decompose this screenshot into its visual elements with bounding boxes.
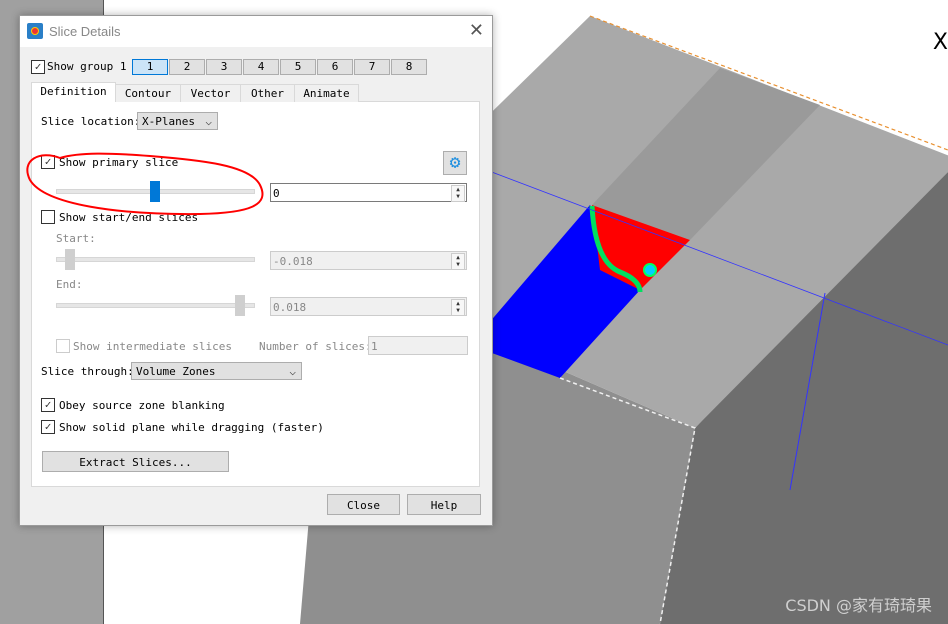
num-slices-value: 1 [371, 340, 378, 353]
slice-details-dialog: Slice Details ✕ ✓ Show group 1 1 2 3 4 5… [19, 15, 493, 526]
group-button-8[interactable]: 8 [391, 59, 427, 75]
group-button-6[interactable]: 6 [317, 59, 353, 75]
tab-definition[interactable]: Definition [31, 82, 116, 102]
slice-location-label: Slice location: [41, 115, 141, 128]
show-intermediate-label: Show intermediate slices [73, 340, 232, 353]
chevron-down-icon: ⌵ [289, 365, 296, 378]
end-value: 0.018 [273, 301, 307, 314]
axis-label: X [932, 30, 948, 55]
tab-animate[interactable]: Animate [294, 84, 359, 102]
show-start-end-label: Show start/end slices [59, 211, 199, 224]
solid-plane-checkbox[interactable]: ✓ [41, 420, 55, 434]
primary-value-input[interactable]: 0 ▲ ▼ [270, 183, 467, 202]
obey-blanking-label: Obey source zone blanking [59, 399, 225, 412]
num-slices-input[interactable]: 1 [368, 336, 468, 355]
watermark: CSDN @家有琦琦果 [785, 596, 932, 615]
spin-arrows-icon[interactable]: ▲ ▼ [451, 253, 465, 270]
end-slider-thumb[interactable] [235, 295, 245, 316]
group-button-3[interactable]: 3 [206, 59, 242, 75]
end-slider-track[interactable] [56, 303, 255, 308]
start-value-input[interactable]: -0.018 ▲ ▼ [270, 251, 467, 270]
start-value: -0.018 [273, 255, 313, 268]
tab-vector[interactable]: Vector [180, 84, 241, 102]
start-slider-track[interactable] [56, 257, 255, 262]
group-button-4[interactable]: 4 [243, 59, 279, 75]
end-value-input[interactable]: 0.018 ▲ ▼ [270, 297, 467, 316]
app-icon [27, 23, 43, 39]
end-label: End: [56, 278, 83, 291]
close-icon[interactable]: ✕ [469, 20, 484, 41]
group-button-2[interactable]: 2 [169, 59, 205, 75]
title-bar: Slice Details ✕ [20, 16, 492, 47]
slice-location-value: X-Planes [142, 115, 195, 128]
show-group-checkbox[interactable]: ✓ [31, 60, 45, 74]
primary-value: 0 [273, 187, 280, 200]
slice-contour-spot [643, 263, 657, 277]
show-intermediate-checkbox[interactable] [56, 339, 70, 353]
primary-slider-thumb[interactable] [150, 181, 160, 202]
spin-arrows-icon[interactable]: ▲ ▼ [451, 185, 465, 202]
spin-arrows-icon[interactable]: ▲ ▼ [451, 299, 465, 316]
show-start-end-checkbox[interactable] [41, 210, 55, 224]
slice-through-value: Volume Zones [136, 365, 216, 378]
slice-through-select[interactable]: Volume Zones ⌵ [131, 362, 302, 380]
start-slider-thumb[interactable] [65, 249, 75, 270]
solid-plane-label: Show solid plane while dragging (faster) [59, 421, 324, 434]
show-primary-checkbox[interactable]: ✓ [41, 155, 55, 169]
group-button-7[interactable]: 7 [354, 59, 390, 75]
obey-blanking-checkbox[interactable]: ✓ [41, 398, 55, 412]
start-label: Start: [56, 232, 96, 245]
help-button[interactable]: Help [407, 494, 481, 515]
tab-contour[interactable]: Contour [115, 84, 181, 102]
extract-slices-button[interactable]: Extract Slices... [42, 451, 229, 472]
num-slices-label: Number of slices: [259, 340, 372, 353]
group-button-5[interactable]: 5 [280, 59, 316, 75]
settings-gear-button[interactable]: ⚙ [443, 151, 467, 175]
close-button[interactable]: Close [327, 494, 400, 515]
show-group-label: Show group 1 [47, 60, 127, 73]
chevron-down-icon: ⌵ [205, 115, 212, 128]
tab-other[interactable]: Other [240, 84, 295, 102]
show-primary-label: Show primary slice [59, 156, 179, 169]
gear-icon: ⚙ [449, 152, 461, 173]
window-title: Slice Details [49, 24, 121, 39]
slice-through-label: Slice through: [41, 365, 134, 378]
group-button-1[interactable]: 1 [132, 59, 168, 75]
slice-location-select[interactable]: X-Planes ⌵ [137, 112, 218, 130]
